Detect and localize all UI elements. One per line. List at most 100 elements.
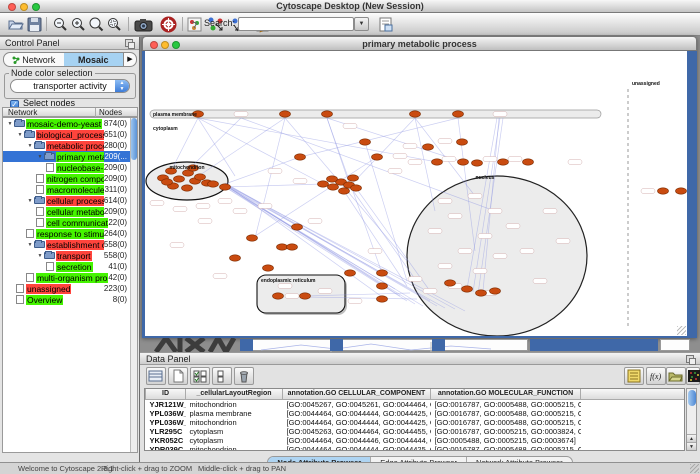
window-titlebar[interactable]: Cytoscape Desktop (New Session)	[0, 0, 700, 13]
table-row[interactable]: YLR295Ccytoplasm[GO:0045263, GO:0044464,…	[146, 427, 686, 436]
import-attributes-icon[interactable]	[666, 367, 686, 385]
scroll-down-icon[interactable]: ▼	[687, 442, 696, 450]
zoom-in-icon[interactable]	[70, 16, 87, 33]
snapshot-icon[interactable]	[134, 16, 154, 33]
node[interactable]	[208, 181, 219, 187]
tree-row[interactable]: cell communicat22(0)	[3, 217, 137, 228]
table-row[interactable]: YPL036W__1mitochondrion[GO:0044464, GO:0…	[146, 418, 686, 427]
expander-icon[interactable]: ▼	[26, 143, 34, 149]
node[interactable]	[345, 270, 356, 276]
zoom-selected-icon[interactable]	[106, 16, 123, 33]
edge[interactable]	[187, 118, 241, 171]
node[interactable]	[220, 184, 231, 190]
node[interactable]	[280, 111, 291, 117]
select-attributes-icon[interactable]	[190, 367, 210, 385]
node[interactable]	[457, 139, 468, 145]
table-row[interactable]: YKR052Ccytoplasm[GO:0044464, GO:0044446,…	[146, 436, 686, 445]
zoom-out-icon[interactable]	[52, 16, 69, 33]
open-file-icon[interactable]	[7, 16, 24, 33]
tree-row[interactable]: ▼primary metabo209(...	[3, 151, 137, 162]
node[interactable]	[458, 159, 469, 165]
zoom-fit-icon[interactable]	[88, 16, 105, 33]
column-header[interactable]: _cellularLayoutRegion	[186, 389, 283, 399]
node[interactable]	[490, 288, 501, 294]
node[interactable]	[377, 270, 388, 276]
edge[interactable]	[365, 142, 407, 281]
node[interactable]	[523, 159, 534, 165]
table-row[interactable]: YJR121W__1mitochondrion[GO:0045267, GO:0…	[146, 399, 686, 409]
node[interactable]	[377, 283, 388, 289]
tab-network[interactable]: Network	[4, 53, 64, 66]
node[interactable]	[453, 111, 464, 117]
tree-row[interactable]: ▼biological_process651(0)	[3, 129, 137, 140]
node[interactable]	[676, 188, 687, 194]
network-canvas[interactable]: plasma membranecytoplasmmitochondrionnuc…	[145, 51, 687, 336]
search-dropdown-icon[interactable]: ▼	[354, 17, 369, 31]
node[interactable]	[174, 176, 185, 182]
column-header[interactable]: ID	[146, 389, 186, 399]
tree-row[interactable]: macromolecule311(0)	[3, 184, 137, 195]
table-scrollbar-thumb[interactable]	[688, 390, 696, 406]
node[interactable]	[472, 160, 483, 166]
tree-row[interactable]: secretion41(0)	[3, 261, 137, 272]
tree-scrollbar[interactable]	[130, 118, 137, 452]
expander-icon[interactable]: ▼	[26, 198, 34, 204]
tree-row[interactable]: ▼transport558(0)	[3, 250, 137, 261]
network-graph[interactable]: plasma membranecytoplasmmitochondrionnuc…	[145, 51, 687, 336]
formula-icon[interactable]: f(x)	[646, 367, 666, 385]
tree-column-nodes[interactable]: Nodes	[99, 108, 122, 117]
tree-scrollbar-thumb[interactable]	[131, 118, 137, 160]
node[interactable]	[295, 154, 306, 160]
tab-mosaic[interactable]: Mosaic	[64, 53, 124, 66]
attribute-select-icon[interactable]	[146, 367, 166, 385]
node[interactable]	[247, 235, 258, 241]
plasma-membrane-region[interactable]	[150, 110, 601, 118]
background-window[interactable]	[240, 339, 528, 351]
expander-icon[interactable]: ▼	[36, 154, 44, 160]
delete-attribute-icon[interactable]	[234, 367, 254, 385]
expander-icon[interactable]: ▼	[36, 253, 44, 259]
tree-row[interactable]: multi-organism pro42(0)	[3, 272, 137, 283]
node[interactable]	[195, 174, 206, 180]
node[interactable]	[410, 111, 421, 117]
tree-row[interactable]: cellular metabo209(0)	[3, 206, 137, 217]
node[interactable]	[182, 185, 193, 191]
tree-row[interactable]: response to stimulu264(0)	[3, 228, 137, 239]
tab-overflow-arrow-icon[interactable]: ▶	[123, 53, 136, 66]
node[interactable]	[348, 175, 359, 181]
node[interactable]	[277, 244, 288, 250]
node[interactable]	[328, 184, 339, 190]
node[interactable]	[273, 293, 284, 299]
table-scrollbar[interactable]: ▲ ▼	[686, 388, 697, 451]
save-icon[interactable]	[26, 16, 43, 33]
column-header[interactable]: annotation.GO CELLULAR_COMPONENT	[283, 389, 431, 399]
advanced-search-icon[interactable]	[377, 16, 394, 33]
tree-row[interactable]: ▼establishment of lo558(0)	[3, 239, 137, 250]
node[interactable]	[360, 139, 371, 145]
scroll-up-icon[interactable]: ▲	[687, 434, 696, 442]
tree-row[interactable]: ▼metabolic process280(0)	[3, 140, 137, 151]
node[interactable]	[287, 244, 298, 250]
node[interactable]	[263, 265, 274, 271]
network-view-window[interactable]: primary metabolic process plasma membran…	[142, 36, 697, 338]
float-panel-icon[interactable]	[125, 39, 133, 47]
node[interactable]	[658, 188, 669, 194]
edge[interactable]	[350, 118, 415, 186]
node[interactable]	[339, 188, 350, 194]
unselect-attributes-icon[interactable]	[212, 367, 232, 385]
node[interactable]	[498, 159, 509, 165]
node[interactable]	[462, 286, 473, 292]
expander-icon[interactable]: ▼	[16, 132, 24, 138]
app-resize-grip[interactable]	[690, 464, 699, 473]
network-manager-icon[interactable]	[186, 16, 203, 33]
node[interactable]	[322, 111, 333, 117]
node[interactable]	[327, 176, 338, 182]
node[interactable]	[476, 290, 487, 296]
background-window[interactable]	[660, 339, 690, 351]
matrix-icon[interactable]	[686, 367, 700, 385]
node[interactable]	[423, 144, 434, 150]
expander-icon[interactable]: ▼	[6, 121, 14, 127]
attribute-list-icon[interactable]	[624, 367, 644, 385]
attribute-table[interactable]: ID_cellularLayoutRegionannotation.GO CEL…	[144, 388, 685, 451]
edge[interactable]	[225, 184, 323, 187]
